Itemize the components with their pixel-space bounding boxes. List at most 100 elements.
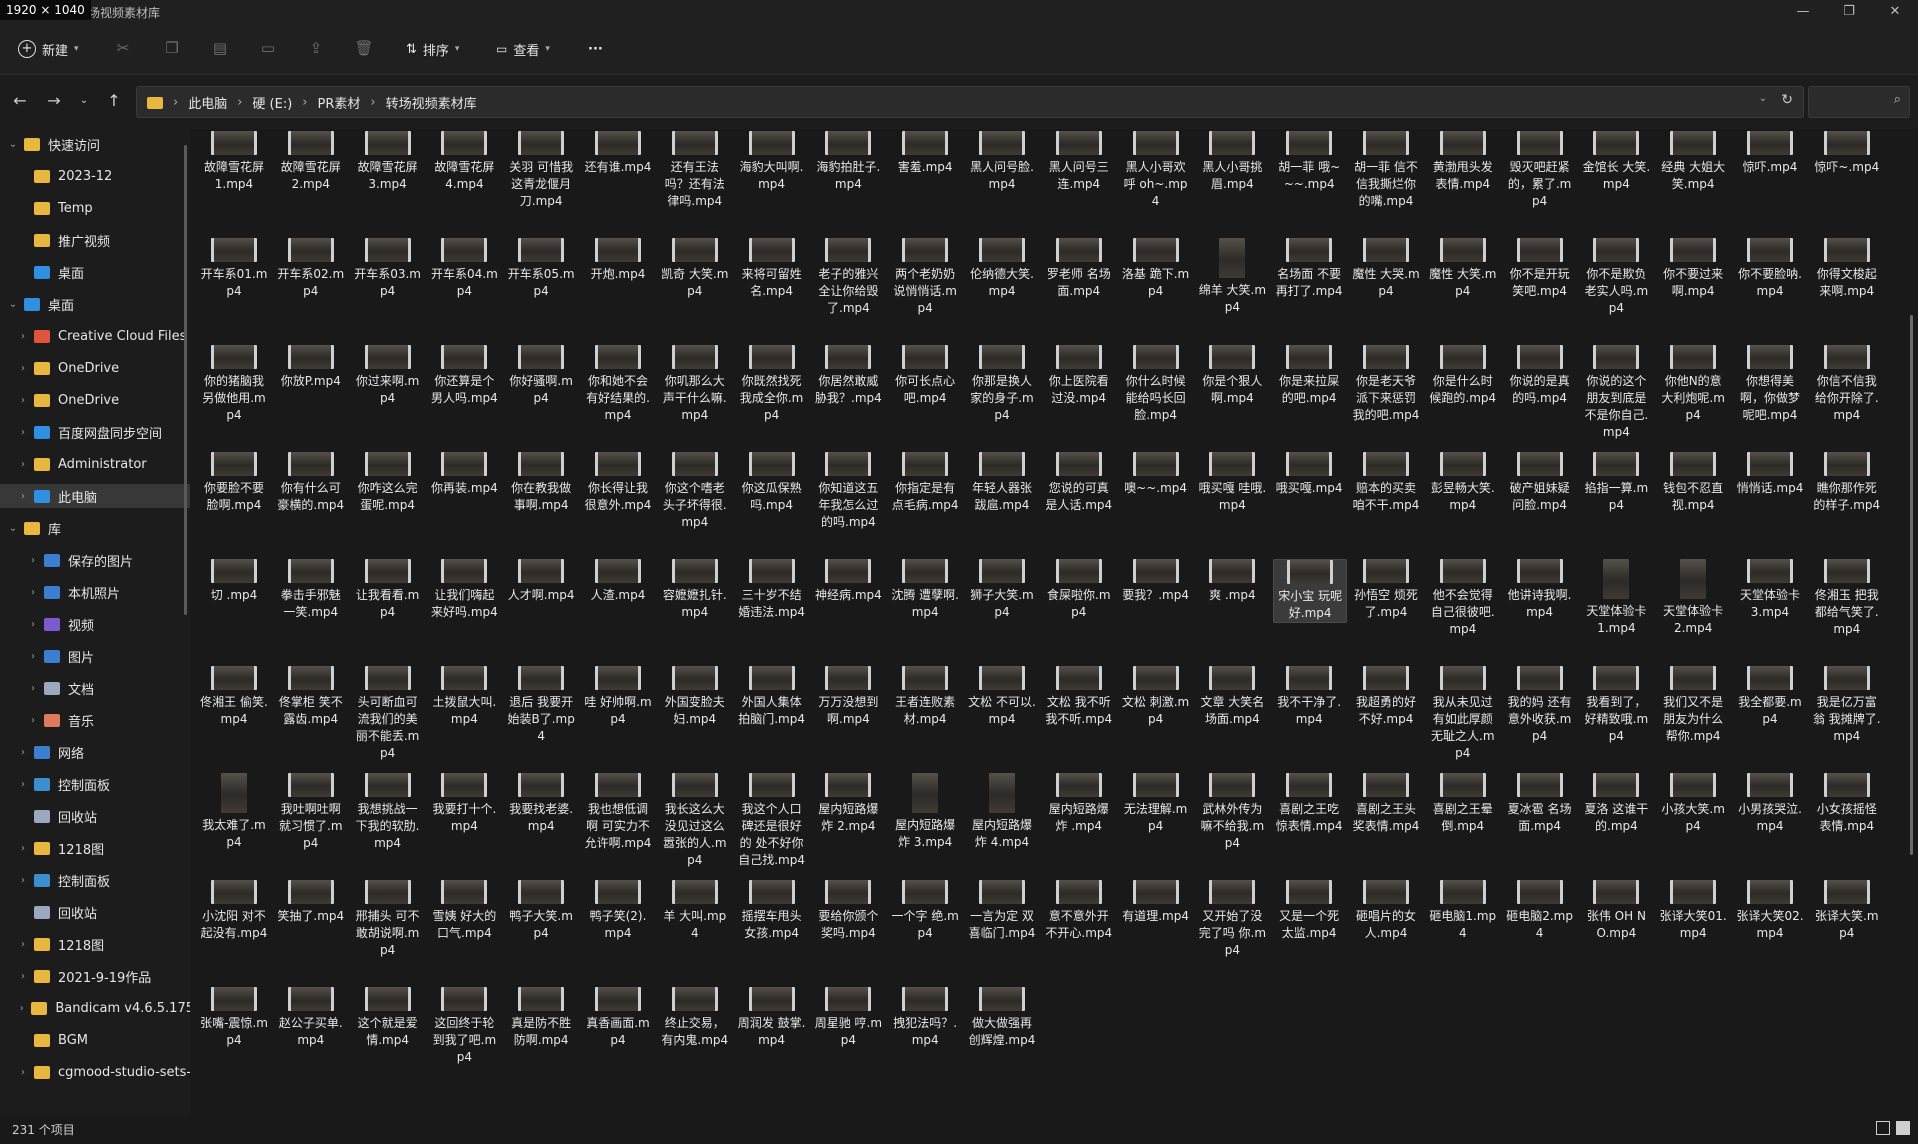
sidebar-scrollbar[interactable] — [184, 145, 187, 615]
file-item[interactable]: 海豹大叫啊.mp4 — [736, 131, 808, 193]
file-item[interactable]: 你过来啊.mp4 — [352, 345, 424, 407]
file-item[interactable]: 我长这么大没见过这么嚣张的人.mp4 — [659, 773, 731, 869]
file-item[interactable]: 经典 大姐大笑.mp4 — [1657, 131, 1729, 193]
file-item[interactable]: 你他N的意大利炮呢.mp4 — [1657, 345, 1729, 424]
file-item[interactable]: 文章 大笑名场面.mp4 — [1196, 666, 1268, 728]
file-item[interactable]: 我要打十个.mp4 — [428, 773, 500, 835]
file-item[interactable]: 土拨鼠大叫.mp4 — [428, 666, 500, 728]
breadcrumb-item[interactable]: 硬 (E:) — [252, 93, 292, 112]
file-item[interactable]: 切 .mp4 — [198, 559, 270, 604]
file-item[interactable]: 我们又不是朋友为什么帮你.mp4 — [1657, 666, 1729, 745]
file-item[interactable]: 金馆长 大笑.mp4 — [1580, 131, 1652, 193]
file-item[interactable]: 屋内短路爆炸 4.mp4 — [966, 773, 1038, 851]
sidebar-item[interactable]: › OneDrive — [0, 388, 190, 412]
file-item[interactable]: 我是亿万富翁 我摊牌了.mp4 — [1811, 666, 1883, 745]
file-item[interactable]: 他不会觉得自己很彼吧.mp4 — [1427, 559, 1499, 638]
file-item[interactable]: 你既然找死我成全你.mp4 — [736, 345, 808, 424]
file-item[interactable]: 你咋这么完蛋呢.mp4 — [352, 452, 424, 514]
file-item[interactable]: 你这瓜保熟吗.mp4 — [736, 452, 808, 514]
file-item[interactable]: 让我看看.mp4 — [352, 559, 424, 621]
file-item[interactable]: 你放P.mp4 — [275, 345, 347, 390]
refresh-icon[interactable]: ↻ — [1781, 92, 1793, 108]
file-item[interactable]: 惊吓~.mp4 — [1811, 131, 1883, 176]
file-item[interactable]: 黑人小哥欢呼 oh~.mp4 — [1120, 131, 1192, 210]
file-item[interactable]: 武林外传为嘛不给我.mp4 — [1196, 773, 1268, 852]
file-item[interactable]: 绵羊 大笑.mp4 — [1196, 238, 1268, 316]
file-item[interactable]: 张译大笑02.mp4 — [1734, 880, 1806, 942]
file-item[interactable]: 你想得美啊，你做梦呢吧.mp4 — [1734, 345, 1806, 424]
file-item[interactable]: 赔本的买卖咱不干.mp4 — [1350, 452, 1422, 514]
file-item[interactable]: 人才啊.mp4 — [505, 559, 577, 604]
file-item[interactable]: 又是一个死太监.mp4 — [1273, 880, 1345, 942]
file-item[interactable]: 佟湘王 偷笑.mp4 — [198, 666, 270, 728]
large-icons-view-icon[interactable] — [1896, 1121, 1910, 1135]
file-item[interactable]: 鸭子笑(2).mp4 — [582, 880, 654, 942]
file-item[interactable]: 海豹拍肚子.mp4 — [812, 131, 884, 193]
minimize-icon[interactable]: — — [1780, 0, 1826, 24]
file-item[interactable]: 你和她不会有好结果的.mp4 — [582, 345, 654, 424]
expand-chevron-icon[interactable]: › — [16, 1067, 30, 1078]
file-item[interactable]: 罗老师 名场面.mp4 — [1043, 238, 1115, 300]
file-item[interactable]: 鸭子大笑.mp4 — [505, 880, 577, 942]
sidebar-item[interactable]: › 2021-9-19作品 — [0, 964, 190, 988]
file-item[interactable]: 年轻人器张跋扈.mp4 — [966, 452, 1038, 514]
file-item[interactable]: 喜剧之王吃惊表情.mp4 — [1273, 773, 1345, 835]
file-item[interactable]: 开炮.mp4 — [582, 238, 654, 283]
file-item[interactable]: 我不干净了.mp4 — [1273, 666, 1345, 728]
file-item[interactable]: 我从未见过有如此厚颜无耻之人.mp4 — [1427, 666, 1499, 762]
details-view-icon[interactable] — [1876, 1121, 1890, 1135]
file-item[interactable]: 屋内短路爆炸 2.mp4 — [812, 773, 884, 835]
file-item[interactable]: 人渣.mp4 — [582, 559, 654, 604]
file-item[interactable]: 喜剧之王晕倒.mp4 — [1427, 773, 1499, 835]
file-item[interactable]: 三十岁不结婚违法.mp4 — [736, 559, 808, 621]
file-item[interactable]: 黑人问号三连.mp4 — [1043, 131, 1115, 193]
file-item[interactable]: 毁灭吧赶紧的，累了.mp4 — [1504, 131, 1576, 210]
file-item[interactable]: 胡一菲 信不信我撕烂你的嘴.mp4 — [1350, 131, 1422, 210]
file-item[interactable]: 小女孩摇怪表情.mp4 — [1811, 773, 1883, 835]
file-item[interactable]: 退后 我要开始装B了.mp4 — [505, 666, 577, 745]
file-item[interactable]: 沈腾 遭孽啊.mp4 — [889, 559, 961, 621]
file-item[interactable]: 天堂体验卡2.mp4 — [1657, 559, 1729, 637]
expand-chevron-icon[interactable]: › — [16, 427, 30, 438]
file-item[interactable]: 外国人集体拍脑门.mp4 — [736, 666, 808, 728]
file-item[interactable]: 屋内短路爆炸 .mp4 — [1043, 773, 1115, 835]
file-item[interactable]: 佟湘玉 把我都给气笑了.mp4 — [1811, 559, 1883, 638]
sidebar-item[interactable]: › Creative Cloud Files — [0, 324, 190, 348]
file-item[interactable]: 张译大笑.mp4 — [1811, 880, 1883, 942]
expand-chevron-icon[interactable]: ⌄ — [6, 139, 20, 150]
file-item[interactable]: 你叽那么大声干什么嘛.mp4 — [659, 345, 731, 424]
file-item[interactable]: 佟掌柜 笑不露齿.mp4 — [275, 666, 347, 728]
file-item[interactable]: 还有谁.mp4 — [582, 131, 654, 176]
paste-icon[interactable]: ▤ — [210, 38, 230, 58]
sidebar-item[interactable]: › OneDrive — [0, 356, 190, 380]
file-item[interactable]: 黄渤甩头发表情.mp4 — [1427, 131, 1499, 193]
file-item[interactable]: 你还算是个男人吗.mp4 — [428, 345, 500, 407]
rename-icon[interactable]: ▭ — [258, 38, 278, 58]
file-item[interactable]: 你在教我做事啊.mp4 — [505, 452, 577, 514]
restore-icon[interactable]: ❐ — [1826, 0, 1872, 24]
file-item[interactable]: 你得文梭起来啊.mp4 — [1811, 238, 1883, 300]
file-item[interactable]: 伦纳德大笑.mp4 — [966, 238, 1038, 300]
file-item[interactable]: 掐指一算.mp4 — [1580, 452, 1652, 514]
file-item[interactable]: 洛基 跪下.mp4 — [1120, 238, 1192, 300]
expand-chevron-icon[interactable]: › — [26, 619, 40, 630]
file-item[interactable]: 瞧你那作死的样子.mp4 — [1811, 452, 1883, 514]
breadcrumb-separator-icon[interactable]: › — [302, 95, 307, 110]
file-item[interactable]: 开车系05.mp4 — [505, 238, 577, 300]
sidebar-item[interactable]: › 保存的图片 — [0, 548, 190, 572]
file-item[interactable]: 你不是欺负老实人吗.mp4 — [1580, 238, 1652, 317]
sidebar-item[interactable]: › 图片 — [0, 644, 190, 668]
file-item[interactable]: 开车系02.mp4 — [275, 238, 347, 300]
file-item[interactable]: 张译大笑01.mp4 — [1657, 880, 1729, 942]
file-item[interactable]: 噢~~.mp4 — [1120, 452, 1192, 497]
file-item[interactable]: 你指定是有点毛病.mp4 — [889, 452, 961, 514]
file-item[interactable]: 凯奇 大笑.mp4 — [659, 238, 731, 300]
sidebar-item[interactable]: ⌄ 库 — [0, 516, 184, 540]
sidebar-item[interactable]: › 文档 — [0, 676, 190, 700]
sidebar-item[interactable]: BGM — [0, 1028, 190, 1052]
file-item[interactable]: 摇摆车甩头女孩.mp4 — [736, 880, 808, 942]
expand-chevron-icon[interactable]: ⌄ — [6, 523, 20, 534]
file-item[interactable]: 雪姨 好大的口气.mp4 — [428, 880, 500, 942]
file-item[interactable]: 魔性 大哭.mp4 — [1350, 238, 1422, 300]
close-icon[interactable]: ✕ — [1872, 0, 1918, 24]
